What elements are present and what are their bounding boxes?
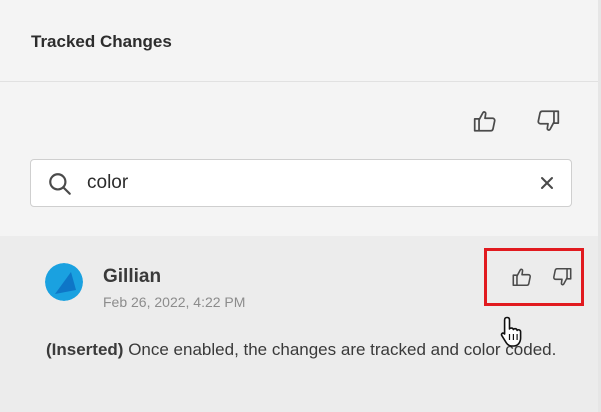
change-timestamp: Feb 26, 2022, 4:22 PM [103,294,246,310]
avatar [45,263,83,301]
reject-all-button[interactable] [533,106,563,136]
thumbs-down-icon [535,108,561,134]
change-type: (Inserted) [46,340,124,359]
change-body: Once enabled, the changes are tracked an… [128,340,557,359]
change-author: Gillian [103,266,162,287]
highlight-box [484,248,584,306]
hand-cursor-icon [499,315,525,354]
change-text: (Inserted) Once enabled, the changes are… [46,336,576,364]
search-input[interactable] [87,168,527,198]
tracked-changes-panel: Tracked Changes color Gillian Feb 26, 20… [0,0,598,412]
thumbs-up-icon [472,108,498,134]
accept-all-button[interactable] [470,106,500,136]
close-icon[interactable] [535,171,559,195]
panel-title: Tracked Changes [31,32,172,51]
search-field[interactable] [30,159,572,207]
search-icon [47,171,73,202]
panel-header: Tracked Changes [0,0,598,82]
